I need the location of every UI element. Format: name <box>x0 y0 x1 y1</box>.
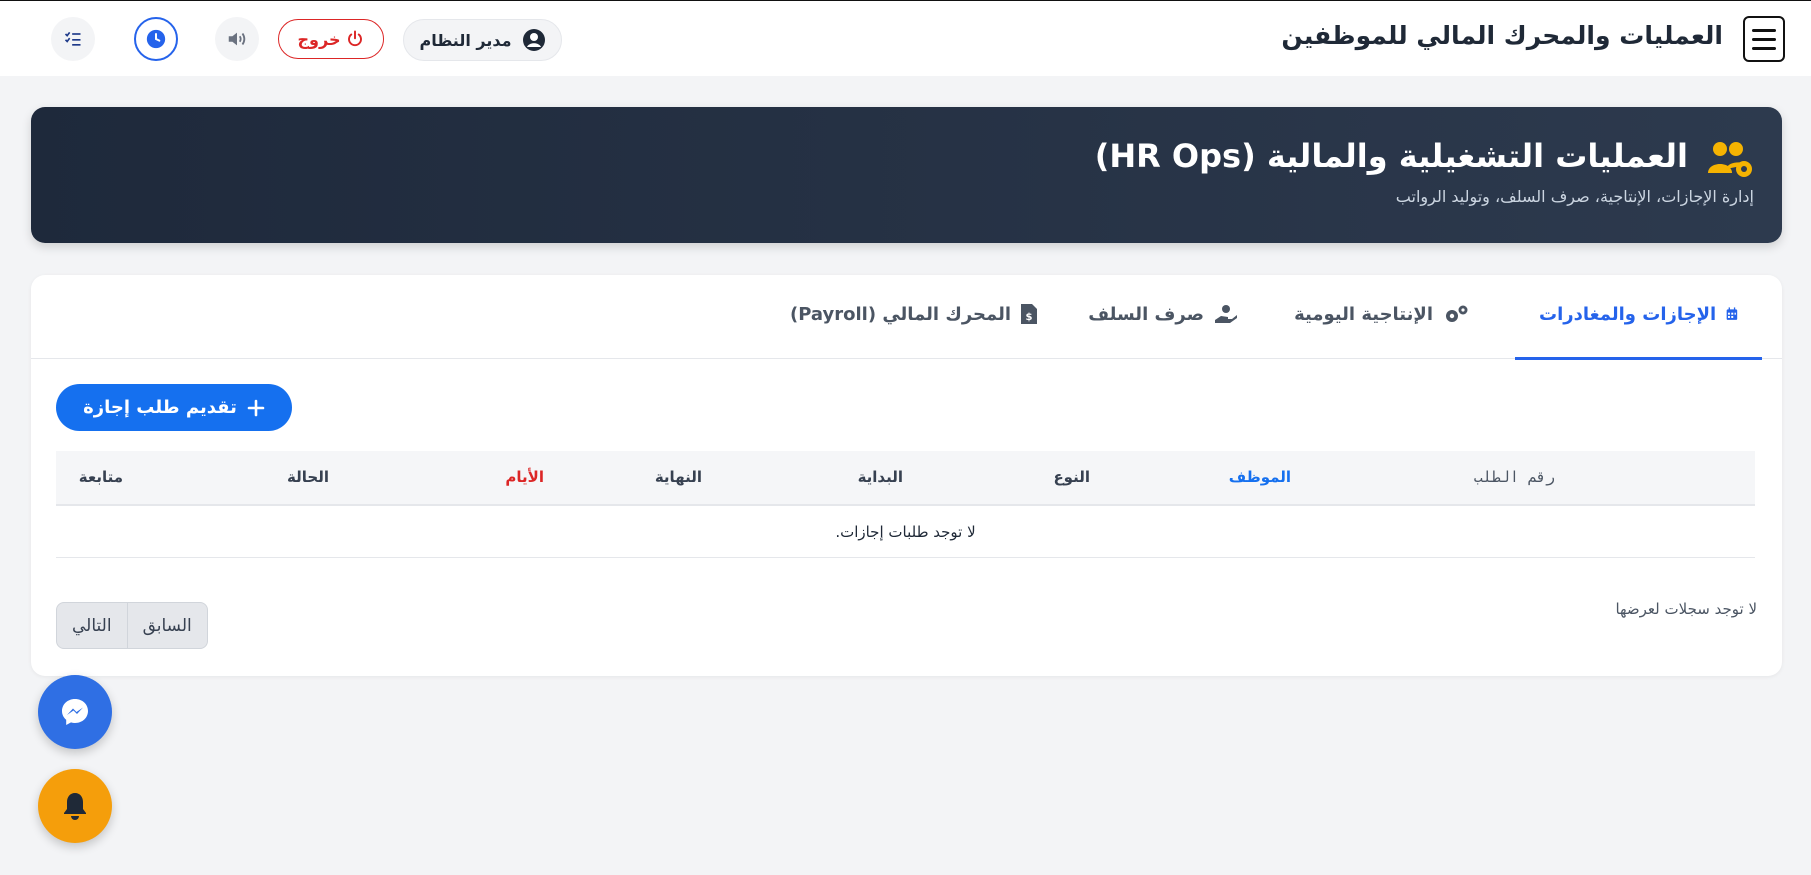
next-page-button[interactable]: التالي <box>57 603 127 648</box>
invoice-dollar-icon: $ <box>1021 304 1037 324</box>
menu-icon-line <box>1752 37 1776 41</box>
column-header-type[interactable]: النوع <box>1053 468 1090 486</box>
svg-text:$: $ <box>1026 312 1033 323</box>
previous-page-button[interactable]: السابق <box>126 603 207 648</box>
clock-icon <box>146 29 166 49</box>
column-header-employee[interactable]: الموظف <box>1229 468 1291 486</box>
logout-button[interactable]: خروج <box>278 19 384 59</box>
add-leave-label: تقديم طلب إجازة <box>83 397 237 418</box>
power-icon <box>348 30 363 47</box>
attendance-clock-button[interactable] <box>134 17 178 61</box>
add-leave-request-button[interactable]: تقديم طلب إجازة <box>56 384 292 431</box>
logout-label: خروج <box>297 29 341 49</box>
user-circle-icon <box>522 29 545 51</box>
tab-payroll[interactable]: $ المحرك المالي (Payroll) <box>766 304 1061 360</box>
tabs-bar: الإجازات والمغادرات الإنتاجية اليومية صر… <box>31 275 1782 360</box>
sound-toggle-button[interactable] <box>215 17 259 61</box>
records-info: لا توجد سجلات لعرضها <box>1615 600 1757 618</box>
column-header-status[interactable]: الحالة <box>287 468 329 486</box>
user-menu-button[interactable]: مدير النظام <box>403 19 562 61</box>
column-header-follow-up[interactable]: متابعة <box>79 468 123 486</box>
calendar-icon <box>1726 307 1738 320</box>
notifications-fab-button[interactable] <box>38 769 112 843</box>
page-title: العمليات التشغيلية والمالية (HR Ops) <box>1094 137 1688 175</box>
menu-icon-line <box>1752 28 1776 32</box>
table-header: رقم الطلب الموظف النوع البداية النهاية ا… <box>56 451 1755 506</box>
tasks-button[interactable] <box>51 17 95 61</box>
column-header-end[interactable]: النهاية <box>655 468 702 486</box>
empty-message: لا توجد طلبات إجازات. <box>835 522 976 541</box>
table-empty-row: لا توجد طلبات إجازات. <box>56 506 1755 558</box>
tab-label: المحرك المالي (Payroll) <box>789 304 1011 325</box>
users-cog-icon <box>1708 142 1752 177</box>
tab-label: صرف السلف <box>1088 304 1204 325</box>
tab-leaves[interactable]: الإجازات والمغادرات <box>1515 304 1762 360</box>
top-bar: العمليات والمحرك المالي للموظفين مدير ال… <box>0 0 1811 76</box>
column-header-request-no[interactable]: رقم الطلب <box>1474 468 1555 486</box>
tab-label: الإنتاجية اليومية <box>1294 304 1433 325</box>
messenger-fab-button[interactable] <box>38 675 112 749</box>
menu-icon-line <box>1752 46 1776 50</box>
main-card: الإجازات والمغادرات الإنتاجية اليومية صر… <box>31 275 1782 676</box>
tasks-icon <box>64 31 81 46</box>
column-header-start[interactable]: البداية <box>858 468 903 486</box>
page-subtitle: إدارة الإجازات، الإنتاجية، صرف السلف، وت… <box>1395 187 1754 206</box>
messenger-icon <box>62 699 88 725</box>
menu-button[interactable] <box>1743 16 1785 62</box>
app-title: العمليات والمحرك المالي للموظفين <box>1281 21 1723 50</box>
plus-icon <box>247 399 265 416</box>
hand-coin-icon <box>1215 305 1237 323</box>
volume-icon <box>228 32 246 46</box>
column-header-days[interactable]: الأيام <box>505 468 544 486</box>
tab-label: الإجازات والمغادرات <box>1539 304 1717 325</box>
tab-advances[interactable]: صرف السلف <box>1064 304 1262 360</box>
page-hero: العمليات التشغيلية والمالية (HR Ops) إدا… <box>31 107 1782 243</box>
bell-icon <box>64 793 86 820</box>
user-label: مدير النظام <box>419 30 512 50</box>
tab-productivity[interactable]: الإنتاجية اليومية <box>1270 304 1493 360</box>
cogs-icon <box>1446 305 1468 322</box>
pagination: التالي السابق <box>56 602 208 649</box>
leave-requests-table: رقم الطلب الموظف النوع البداية النهاية ا… <box>56 451 1755 558</box>
